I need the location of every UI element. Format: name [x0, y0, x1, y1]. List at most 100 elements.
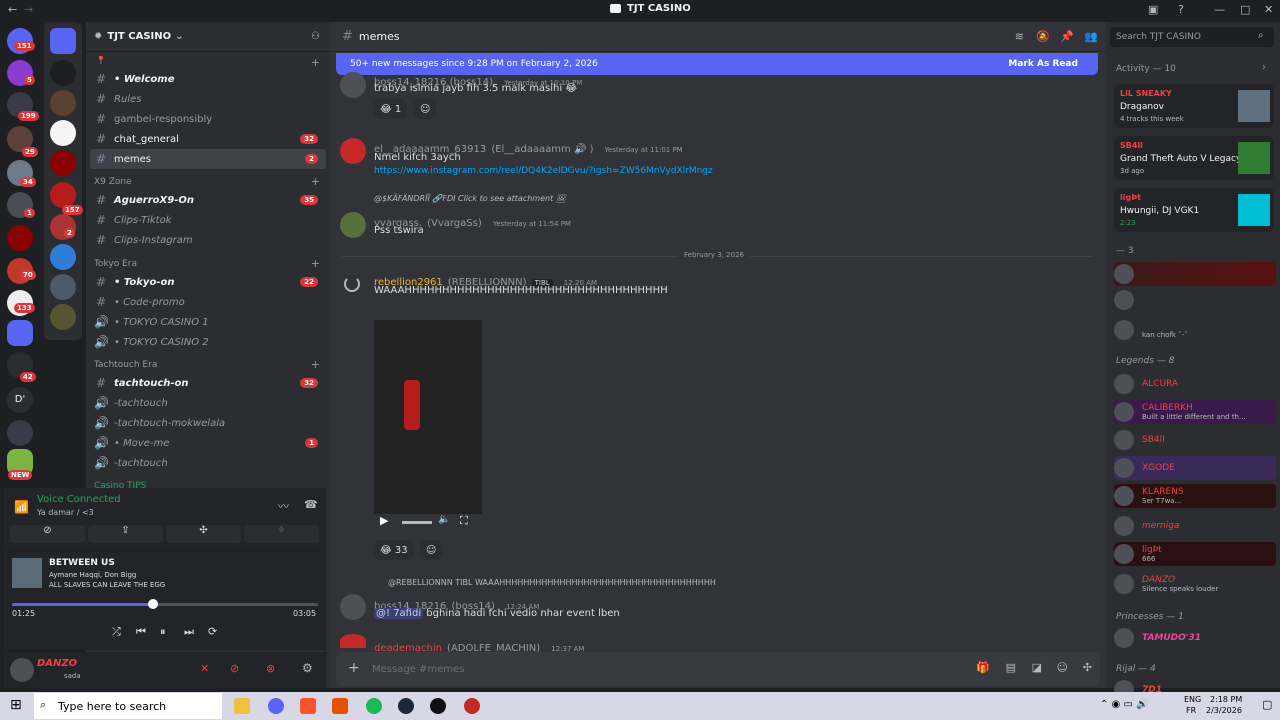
plus-icon[interactable]: +	[311, 358, 320, 371]
apps-icon[interactable]: ✣	[1083, 661, 1092, 674]
plus-icon[interactable]: +	[311, 56, 320, 69]
track-progress-knob[interactable]	[147, 599, 158, 609]
member-row[interactable]: merniga	[1114, 514, 1276, 538]
previous-icon[interactable]: ⏮	[136, 625, 146, 639]
member-row[interactable]: ALCURA	[1114, 372, 1276, 396]
voice-channel-tokyo-casino-1[interactable]: 🔊 • TOKYO CASINO 1	[90, 312, 326, 332]
channel-clips-tiktok[interactable]: # Clips-Tiktok	[90, 210, 326, 230]
channel-welcome[interactable]: # • Welcome	[90, 69, 326, 89]
track-progress-bar[interactable]	[12, 599, 318, 609]
activities-button[interactable]: ✣	[166, 525, 241, 543]
search-icon[interactable]: ⌕	[1258, 30, 1264, 41]
tray-icons[interactable]: ⌃ ◉ ▭ 🔊	[1100, 699, 1149, 710]
gift-icon[interactable]: 🎁	[976, 661, 990, 674]
member-row[interactable]: KLARENS Ser T7wa...	[1114, 484, 1276, 508]
volume-icon[interactable]: 🔈	[438, 514, 450, 525]
app-icon[interactable]	[464, 698, 480, 714]
channel-rules[interactable]: # Rules	[90, 89, 326, 109]
chevron-right-icon[interactable]: ›	[1262, 62, 1266, 73]
noise-suppression-icon[interactable]: 〰	[278, 498, 289, 514]
avatar[interactable]	[340, 594, 366, 620]
add-reaction-icon[interactable]: ☺	[414, 99, 437, 119]
voice-channel-name[interactable]: Ya damar / <3	[37, 508, 94, 517]
channel-code-promo[interactable]: # • Code-promo	[90, 292, 326, 312]
video-progress-bar[interactable]	[402, 521, 432, 524]
channel-tokyo-on[interactable]: # • Tokyo-on 22	[90, 272, 326, 292]
server-icon[interactable]	[50, 90, 76, 116]
member-row[interactable]: SB4ll	[1114, 428, 1276, 452]
voice-channel-tachtouch-mokwelala[interactable]: 🔊 -tachtouch-mokwelala	[90, 413, 326, 433]
voice-channel-tokyo-casino-2[interactable]: 🔊 • TOKYO CASINO 2	[90, 332, 326, 352]
channel-tachtouch-on[interactable]: # tachtouch-on 32	[90, 373, 326, 393]
help-icon[interactable]: ?	[1178, 3, 1184, 16]
server-icon[interactable]	[50, 120, 76, 146]
member-row[interactable]	[1114, 262, 1276, 286]
sticker-icon[interactable]: ◪	[1032, 661, 1042, 674]
gif-icon[interactable]: ▤	[1006, 661, 1016, 674]
clock-time[interactable]: 2:18 PM	[1210, 695, 1242, 704]
app-icon[interactable]	[332, 698, 348, 714]
add-member-icon[interactable]: ⚇	[311, 31, 320, 42]
server-icon[interactable]	[50, 244, 76, 270]
pause-icon[interactable]: ⏸	[160, 625, 166, 639]
category-tachtouch-era[interactable]: Tachtouch Era	[94, 360, 157, 370]
file-explorer-icon[interactable]	[234, 698, 250, 714]
reply-preview[interactable]: @REBELLIONNN TIBL WAAAHHHHHHHHHHHHHHHHHH…	[388, 578, 716, 587]
avatar[interactable]	[10, 658, 34, 682]
voice-status[interactable]: Voice Connected	[37, 494, 121, 505]
avatar[interactable]	[340, 138, 366, 164]
plus-icon[interactable]: +	[311, 257, 320, 270]
brave-icon[interactable]	[300, 698, 316, 714]
screen-share-button[interactable]: ⇪	[88, 525, 163, 543]
channel-clips-instagram[interactable]: # Clips-Instagram	[90, 230, 326, 250]
disconnect-icon[interactable]: ☎	[304, 498, 318, 511]
message-link[interactable]: https://www.instagram.com/reel/DQ4K2elDG…	[374, 166, 713, 176]
language-code[interactable]: ENG	[1184, 695, 1201, 704]
clock-date[interactable]: 2/3/2026	[1206, 706, 1242, 715]
server-icon[interactable]	[7, 225, 33, 251]
member-row[interactable]: TAMUDO'31	[1114, 626, 1276, 650]
member-row[interactable]: XGODE	[1114, 456, 1276, 480]
server-header[interactable]: ✹ TJT CASINO ⌄ ⚇	[86, 22, 330, 52]
message-input[interactable]: + Message #memes 🎁 ▤ ◪ ☺ ✣	[336, 652, 1100, 686]
voice-channel-tachtouch[interactable]: 🔊 -tachtouch	[90, 393, 326, 413]
emoji-icon[interactable]: ☺	[1057, 661, 1068, 674]
mention[interactable]: @! 7afidi	[374, 608, 424, 619]
voice-channel-tachtouch-2[interactable]: 🔊 -tachtouch	[90, 453, 326, 473]
search-input[interactable]: Search TJT CASINO	[1110, 27, 1274, 47]
member-row[interactable]: DANZO Silence speaks louder	[1114, 572, 1276, 596]
close-icon[interactable]: ✕	[1264, 3, 1273, 16]
stream-icon[interactable]: ⊗	[266, 662, 275, 675]
deafen-icon[interactable]: ⊘	[230, 662, 239, 675]
plus-icon[interactable]: +	[348, 660, 360, 676]
app-icon[interactable]	[430, 698, 446, 714]
channel-gambel-responsibly[interactable]: # gambel-responsibly	[90, 109, 326, 129]
minimize-icon[interactable]: —	[1214, 3, 1225, 16]
camera-button[interactable]: ⊘	[10, 525, 85, 543]
server-icon[interactable]	[7, 420, 33, 446]
server-icon[interactable]	[50, 150, 76, 176]
spotify-icon[interactable]	[366, 698, 382, 714]
fullscreen-icon[interactable]: ⛶	[460, 514, 468, 528]
server-icon[interactable]	[50, 60, 76, 86]
add-reaction-icon[interactable]: ☺	[420, 540, 443, 560]
forward-arrow-icon[interactable]: →	[24, 3, 33, 16]
maximize-icon[interactable]: □	[1240, 3, 1250, 16]
folder-icon[interactable]	[7, 320, 33, 346]
pin-icon[interactable]: 📌	[1060, 30, 1074, 43]
category-tokyo-era[interactable]: Tokyo Era	[94, 259, 137, 269]
region-code[interactable]: FR	[1186, 706, 1196, 715]
username[interactable]: DANZO	[37, 658, 77, 669]
member-row[interactable]	[1114, 288, 1276, 312]
plus-icon[interactable]: +	[311, 175, 320, 188]
taskbar-search[interactable]: ⌕ Type here to search	[34, 693, 222, 719]
play-icon[interactable]: ▶	[380, 514, 388, 527]
next-icon[interactable]: ⏭	[184, 625, 194, 639]
shuffle-icon[interactable]: ⤮	[112, 625, 121, 639]
notifications-icon[interactable]: ▢	[1262, 698, 1272, 711]
server-icon[interactable]	[50, 304, 76, 330]
mute-icon[interactable]: ✕	[200, 662, 209, 675]
mark-as-read-button[interactable]: Mark As Read	[1008, 59, 1078, 69]
activity-card[interactable]: ligÞt Hwungii, DJ VGK1 2:23	[1114, 188, 1274, 232]
avatar[interactable]	[340, 72, 366, 98]
